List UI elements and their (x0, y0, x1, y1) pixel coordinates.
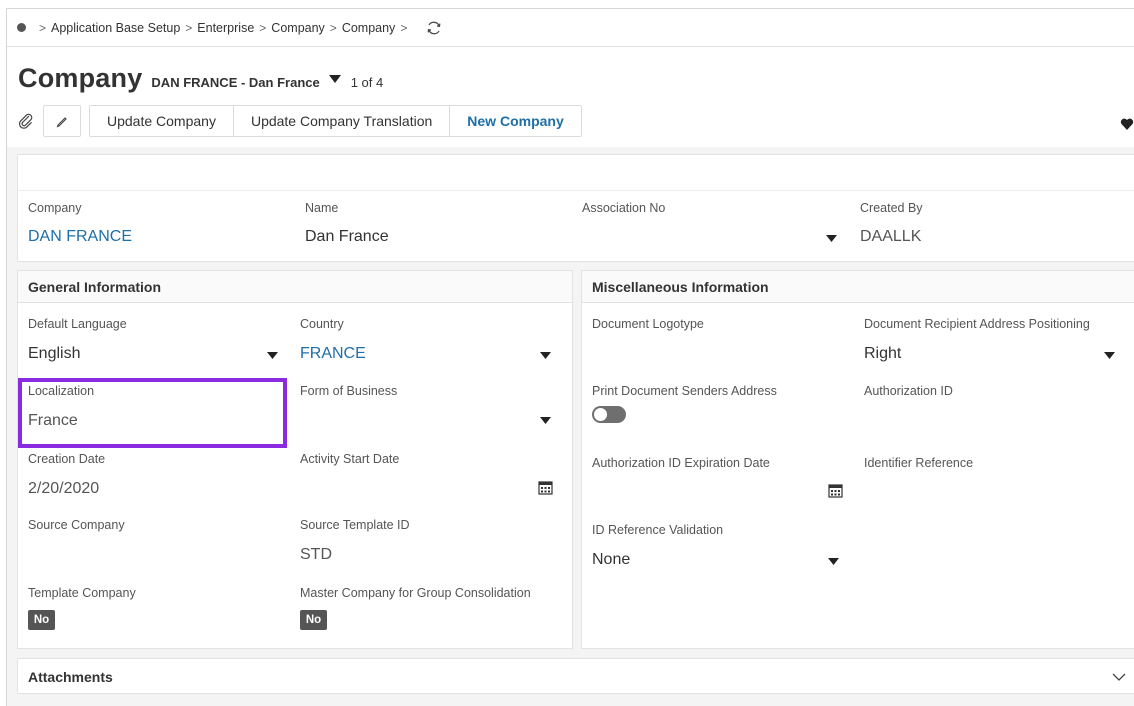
paperclip-icon[interactable] (17, 112, 35, 130)
association-no-label: Association No (582, 201, 666, 215)
identifier-reference-label: Identifier Reference (864, 456, 974, 470)
association-no-dropdown-icon[interactable] (826, 235, 837, 242)
recipient-address-positioning-field: Document Recipient Address Positioning (864, 317, 1090, 331)
print-senders-address-toggle[interactable] (592, 406, 626, 423)
breadcrumb-separator: > (259, 20, 267, 35)
breadcrumb-item-company[interactable]: Company (271, 21, 325, 35)
source-template-id-label: Source Template ID (300, 518, 410, 532)
id-reference-validation-value[interactable]: None (592, 551, 630, 569)
form-of-business-field: Form of Business (300, 384, 397, 398)
activity-start-date-field: Activity Start Date (300, 452, 399, 466)
source-company-field: Source Company (28, 518, 125, 532)
creation-date-label: Creation Date (28, 452, 106, 466)
chevron-down-icon[interactable] (1112, 673, 1126, 682)
creation-date-field: Creation Date (28, 452, 105, 466)
default-language-label: Default Language (28, 317, 127, 331)
breadcrumb-separator: > (329, 20, 337, 35)
id-reference-validation-field: ID Reference Validation (592, 523, 723, 537)
source-company-label: Source Company (28, 518, 125, 532)
recipient-address-positioning-value[interactable]: Right (864, 345, 901, 363)
authorization-expiration-field: Authorization ID Expiration Date (592, 456, 770, 470)
name-value[interactable]: Dan France (305, 228, 389, 246)
home-dot-icon[interactable] (17, 23, 26, 32)
attachments-title: Attachments (28, 669, 113, 685)
template-company-field: Template Company (28, 586, 136, 600)
localization-highlight (18, 378, 287, 448)
authorization-expiration-label: Authorization ID Expiration Date (592, 456, 770, 470)
breadcrumb: > Application Base Setup > Enterprise > … (7, 9, 1134, 47)
company-field: Company (28, 201, 82, 215)
action-group: Update Company Update Company Translatio… (89, 105, 582, 137)
identifier-reference-field: Identifier Reference (864, 456, 973, 470)
created-by-value: DAALLK (860, 228, 922, 245)
master-company-label: Master Company for Group Consolidation (300, 586, 531, 600)
association-no-field: Association No (582, 201, 665, 215)
update-company-button[interactable]: Update Company (90, 106, 234, 136)
country-label: Country (300, 317, 344, 331)
pencil-icon (56, 117, 67, 128)
id-reference-validation-label: ID Reference Validation (592, 523, 724, 537)
country-field: Country (300, 317, 344, 331)
activity-start-date-label: Activity Start Date (300, 452, 400, 466)
page-header: Company DAN FRANCE - Dan France 1 of 4 U… (7, 47, 1134, 147)
summary-card: Company DAN FRANCE Name Dan France Assoc… (17, 154, 1134, 262)
recipient-address-positioning-dropdown-icon[interactable] (1104, 352, 1115, 359)
default-language-dropdown-icon[interactable] (267, 352, 278, 359)
form-of-business-dropdown-icon[interactable] (540, 417, 551, 424)
breadcrumb-item-enterprise[interactable]: Enterprise (197, 21, 254, 35)
source-template-id-field: Source Template ID (300, 518, 410, 532)
breadcrumb-separator: > (185, 20, 193, 35)
calendar-icon[interactable] (828, 483, 843, 498)
default-language-value[interactable]: English (28, 345, 80, 363)
creation-date-value: 2/20/2020 (28, 480, 100, 497)
refresh-icon[interactable] (426, 20, 442, 36)
authorization-id-field: Authorization ID (864, 384, 953, 398)
update-company-translation-button[interactable]: Update Company Translation (234, 106, 451, 136)
caret-down-icon[interactable] (328, 74, 341, 83)
edit-group (43, 105, 81, 137)
toolbar: Update Company Update Company Translatio… (17, 105, 582, 137)
general-information-card: General Information Default Language Eng… (17, 270, 573, 649)
miscellaneous-information-card: Miscellaneous Information Document Logot… (581, 270, 1134, 649)
company-label: Company (28, 201, 82, 215)
authorization-id-label: Authorization ID (864, 384, 953, 398)
default-language-field: Default Language (28, 317, 127, 331)
document-logotype-label: Document Logotype (592, 317, 704, 331)
general-information-title: General Information (18, 271, 572, 303)
name-label: Name (305, 201, 339, 215)
breadcrumb-separator: > (39, 20, 47, 35)
master-company-field: Master Company for Group Consolidation (300, 586, 531, 600)
recipient-address-positioning-label: Document Recipient Address Positioning (864, 317, 1090, 331)
edit-button[interactable] (44, 106, 80, 136)
document-logotype-field: Document Logotype (592, 317, 704, 331)
print-senders-address-label: Print Document Senders Address (592, 384, 777, 398)
id-reference-validation-dropdown-icon[interactable] (828, 558, 839, 565)
record-count: 1 of 4 (350, 75, 384, 90)
template-company-badge: No (28, 610, 55, 630)
app-frame: > Application Base Setup > Enterprise > … (6, 8, 1134, 706)
breadcrumb-item-application-base-setup[interactable]: Application Base Setup (51, 21, 180, 35)
calendar-icon[interactable] (538, 480, 553, 495)
page-title: Company (18, 63, 143, 93)
country-dropdown-icon[interactable] (540, 352, 551, 359)
heart-icon[interactable] (1120, 117, 1134, 131)
attachments-card[interactable]: Attachments (17, 658, 1134, 694)
master-company-badge: No (300, 610, 327, 630)
summary-card-header (18, 155, 1134, 191)
miscellaneous-information-title: Miscellaneous Information (582, 271, 1134, 303)
breadcrumb-separator: > (400, 20, 408, 35)
print-senders-address-field: Print Document Senders Address (592, 384, 777, 398)
new-company-button[interactable]: New Company (450, 106, 580, 136)
breadcrumb-item-company-current[interactable]: Company (342, 21, 396, 35)
name-field: Name (305, 201, 338, 215)
record-selector[interactable]: DAN FRANCE - Dan France (151, 75, 319, 90)
created-by-label: Created By (860, 201, 923, 215)
company-value[interactable]: DAN FRANCE (28, 228, 132, 246)
created-by-field: Created By (860, 201, 923, 215)
form-of-business-label: Form of Business (300, 384, 398, 398)
country-value[interactable]: FRANCE (300, 345, 366, 363)
source-template-id-value: STD (300, 546, 332, 563)
template-company-label: Template Company (28, 586, 136, 600)
